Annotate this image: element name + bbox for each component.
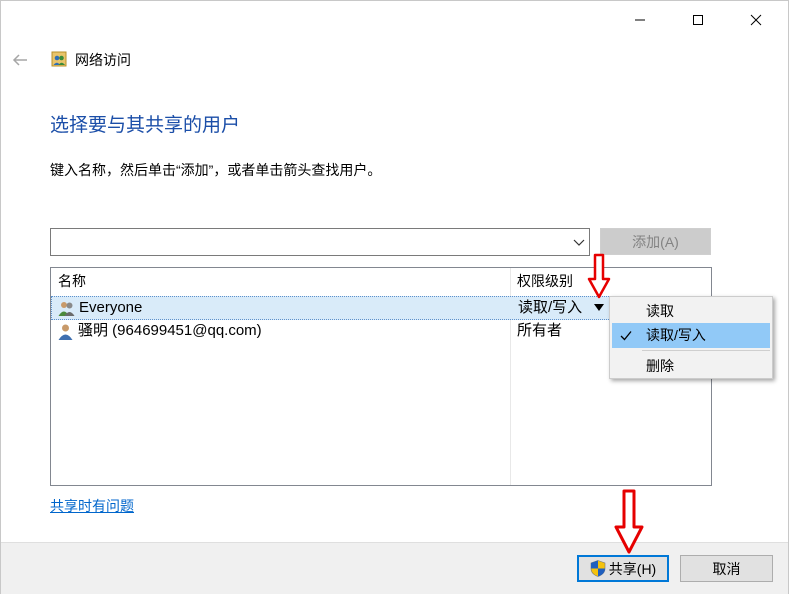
menu-item-label: 读取/写入 <box>646 327 706 343</box>
dropdown-arrow-icon[interactable] <box>594 304 604 311</box>
add-button[interactable]: 添加(A) <box>600 228 711 255</box>
checkmark-icon <box>620 331 632 341</box>
share-button[interactable]: 共享(H) <box>577 555 669 582</box>
cancel-button[interactable]: 取消 <box>680 555 773 582</box>
network-access-icon <box>51 51 67 67</box>
group-user-icon <box>58 302 75 316</box>
list-header: 名称 权限级别 <box>51 268 711 294</box>
minimize-icon <box>635 19 645 21</box>
close-button[interactable] <box>733 0 779 40</box>
minimize-button[interactable] <box>617 0 663 40</box>
uac-shield-icon <box>590 560 606 577</box>
maximize-button[interactable] <box>675 0 721 40</box>
button-bar: 共享(H) 取消 <box>1 542 788 594</box>
user-name-combobox[interactable] <box>50 228 590 256</box>
menu-separator <box>642 350 770 351</box>
menu-item-remove[interactable]: 删除 <box>612 354 770 379</box>
close-icon <box>750 14 762 26</box>
window-title: 网络访问 <box>75 52 131 68</box>
menu-item-label: 读取 <box>646 303 674 319</box>
column-header-name[interactable]: 名称 <box>51 268 510 294</box>
chevron-down-icon[interactable] <box>573 237 585 247</box>
back-arrow-icon <box>12 54 27 66</box>
page-heading: 选择要与其共享的用户 <box>50 115 241 136</box>
back-button[interactable] <box>8 49 32 71</box>
user-name-cell: 骚明 (964699451@qq.com) <box>78 322 262 339</box>
permission-cell: 所有者 <box>517 322 563 339</box>
maximize-icon <box>693 15 703 25</box>
user-icon <box>58 324 73 340</box>
annotation-arrow-icon <box>587 253 611 299</box>
sharing-problem-link[interactable]: 共享时有问题 <box>50 496 134 516</box>
permission-menu: 读取 读取/写入 删除 <box>609 296 773 379</box>
annotation-arrow-icon <box>614 489 644 554</box>
instructions-text: 键入名称，然后单击“添加”，或者单击箭头查找用户。 <box>50 162 382 178</box>
menu-item-read-write[interactable]: 读取/写入 <box>612 323 770 348</box>
share-button-label: 共享(H) <box>608 560 657 577</box>
user-name-cell: Everyone <box>79 299 143 316</box>
menu-item-read[interactable]: 读取 <box>612 299 770 324</box>
menu-item-label: 删除 <box>646 358 674 374</box>
permission-cell[interactable]: 读取/写入 <box>518 297 582 319</box>
